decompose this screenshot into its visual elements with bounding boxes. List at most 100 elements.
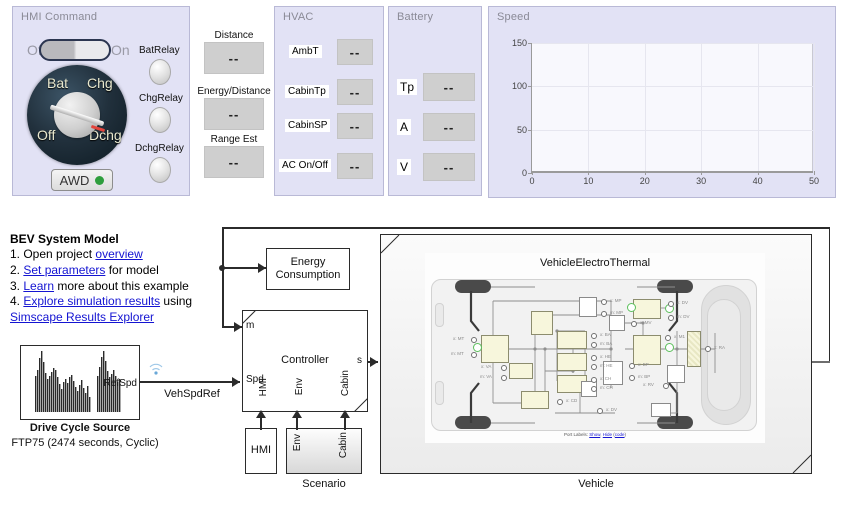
port-x-bp-icon — [629, 363, 635, 369]
chgrelay-lamp-icon — [149, 107, 171, 133]
arrow-to-energy-consumption — [258, 263, 266, 273]
gridline-vertical — [814, 43, 815, 171]
port-label-m-he: m: HE — [600, 363, 613, 368]
toggle-on-label: On — [111, 42, 130, 58]
port-label-x-m1: x: M1 — [674, 334, 686, 339]
y-tick-mark — [528, 129, 532, 131]
port-m-bp-icon — [629, 375, 635, 381]
dchgrelay-label: DchgRelay — [135, 143, 184, 154]
wire-vehicle-m-out — [812, 361, 830, 363]
gridline-vertical — [757, 43, 759, 171]
port-label-m-va: m: VA — [480, 374, 492, 379]
wireless-signal-icon — [149, 363, 163, 375]
controller-port-cabin: Cabin — [340, 370, 351, 397]
energy-consumption-block[interactable]: Energy Consumption — [266, 248, 350, 290]
knob-label-chg: Chg — [87, 75, 113, 91]
link-set-parameters[interactable]: Set parameters — [23, 263, 105, 277]
battery-a-label: A — [397, 119, 412, 135]
port-labels-text: Port Labels: — [563, 432, 588, 437]
arrow-env-to-controller — [292, 410, 302, 418]
info-line-4: 4. Explore simulation results using — [10, 294, 230, 310]
info-line-1: 1. Open project overview — [10, 247, 230, 263]
controller-port-m: m — [246, 320, 255, 331]
port-label-x-mp: x: MP — [610, 298, 622, 303]
x-tick-label: 0 — [529, 176, 535, 186]
x-tick-mark — [644, 171, 646, 175]
plot-right-border — [812, 43, 813, 171]
link-overview[interactable]: overview — [95, 247, 142, 261]
port-label-x-dv2: x: DV — [606, 407, 618, 412]
gridline-horizontal — [532, 129, 813, 131]
energy-per-distance-value: -- — [204, 98, 264, 130]
power-toggle-switch[interactable] — [39, 39, 111, 61]
arrow-to-vehicle-s — [370, 357, 378, 367]
vehicle-caption: Vehicle — [578, 478, 614, 490]
awd-button[interactable]: AWD — [51, 169, 113, 191]
conserving-port-m1-icon — [665, 343, 674, 352]
y-tick-label: 0 — [521, 168, 527, 178]
battery-a-value: -- — [423, 113, 475, 141]
port-label-x-mv: x: MV — [640, 320, 652, 325]
info-line-1-prefix: 1. Open project — [10, 247, 96, 261]
port-x-mv-icon — [631, 321, 637, 327]
hmi-block-label: HMI — [250, 444, 272, 457]
y-tick-label: 100 — [511, 81, 527, 92]
vehicle-block[interactable]: VehicleElectroThermal x: MT m: MT x: VA … — [380, 234, 812, 474]
battery-v-label: V — [397, 159, 412, 175]
distance-value: -- — [204, 42, 264, 74]
port-label-m-ba: m: BA — [600, 341, 613, 346]
controller-port-s: s — [357, 355, 362, 366]
port-label-x-ra: x: RA — [714, 345, 726, 350]
x-tick-label: 10 — [583, 176, 594, 186]
port-labels-show-link[interactable]: Show — [589, 432, 600, 437]
battery-v-value: -- — [423, 153, 475, 181]
link-learn[interactable]: Learn — [23, 279, 54, 293]
hvac-cabinsp-value: -- — [337, 113, 373, 139]
battery-panel: Battery Tp -- A -- V -- — [388, 6, 482, 196]
link-explore-simulation-results[interactable]: Explore simulation results — [23, 294, 160, 308]
gridline-vertical — [701, 43, 703, 171]
subsystem-block-mv — [609, 315, 625, 331]
port-m-mt-icon — [471, 352, 477, 358]
drive-cycle-source-block[interactable]: RefSpd — [20, 345, 140, 420]
arrow-hmi-to-controller — [256, 410, 266, 418]
x-tick-label: 40 — [752, 176, 763, 186]
port-labels-hide-link[interactable]: Hide — [603, 432, 612, 437]
subsystem-block-top — [531, 311, 553, 335]
x-tick-label: 20 — [639, 176, 650, 186]
port-m-va-icon — [501, 375, 507, 381]
subsystem-block-m1 — [633, 335, 661, 365]
subsystem-block-dv — [633, 299, 661, 319]
mode-knob[interactable]: Bat Chg Off Dchg — [27, 65, 127, 165]
info-line-4-prefix: 4. — [10, 294, 24, 309]
hvac-title: HVAC — [283, 11, 314, 23]
awd-button-label: AWD — [59, 172, 90, 188]
conserving-port-dv-icon — [627, 303, 636, 312]
port-label-m-mt: m: MT — [451, 351, 464, 356]
info-title: BEV System Model — [10, 232, 119, 246]
info-line-4-suffix: using — [160, 294, 193, 309]
port-m-he-icon — [591, 364, 597, 370]
battery-title: Battery — [397, 11, 434, 23]
scenario-port-cabin: Cabin — [338, 432, 349, 459]
port-label-x-mt: x: MT — [453, 336, 465, 341]
subsystem-block-ra — [687, 331, 701, 367]
arrow-to-spd-port — [232, 377, 240, 387]
y-tick-mark — [528, 43, 532, 44]
awd-lamp-icon — [95, 175, 105, 185]
subsystem-block-mp — [579, 297, 597, 317]
port-x-ch-icon — [591, 377, 597, 383]
port-labels-code-link[interactable]: code — [615, 432, 625, 437]
battery-tp-label: Tp — [397, 79, 418, 95]
controller-corner-marks — [242, 310, 368, 412]
knob-label-bat: Bat — [47, 75, 69, 91]
vehspdref-signal-label: VehSpdRef — [164, 388, 220, 400]
link-simscape-results-explorer[interactable]: Simscape Results Explorer — [10, 310, 154, 324]
controller-port-hmi: HMI — [258, 378, 269, 397]
drive-cycle-caption: Drive Cycle Source — [29, 422, 131, 434]
conserving-port-mt-icon — [473, 343, 482, 352]
batrelay-lamp-icon — [149, 59, 171, 85]
hmi-block[interactable]: HMI — [245, 428, 277, 474]
hvac-panel: HVAC AmbT -- CabinTp -- CabinSP -- AC On… — [274, 6, 384, 196]
speed-scope-title: Speed — [497, 11, 530, 23]
